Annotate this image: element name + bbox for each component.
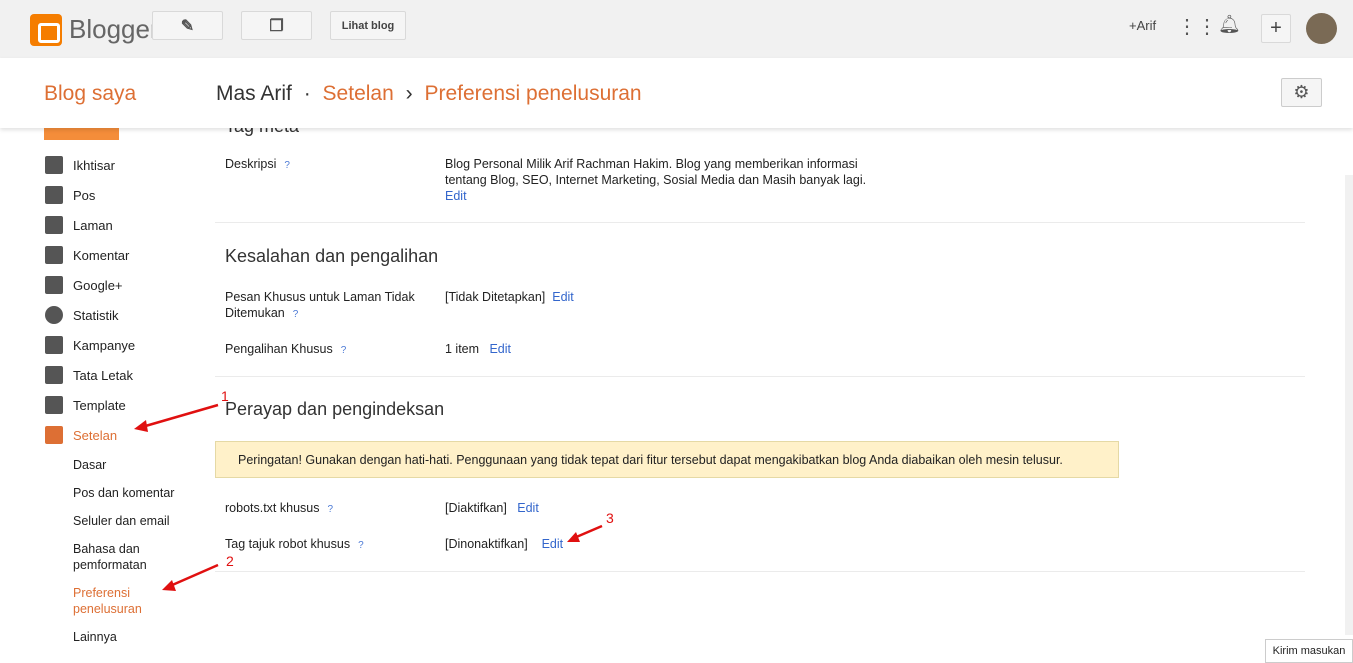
breadcrumb: Mas Arif · Setelan › Preferensi penelusu… [216,82,642,106]
separator: · [303,82,311,105]
arrow-3 [573,524,603,540]
blog-name: Mas Arif [216,82,292,105]
page-header [0,58,1353,128]
breadcrumb-settings[interactable]: Setelan [323,82,394,105]
gear-icon[interactable]: ⚙ [1281,78,1322,107]
breadcrumb-current: Preferensi penelusuran [424,82,642,105]
arrow-2 [169,563,219,588]
send-feedback-button[interactable]: Kirim masukan [1265,639,1353,663]
arrow-1 [141,403,219,429]
annotation-3: 3 [606,510,614,526]
annotation-1: 1 [221,388,229,404]
scrollbar[interactable] [1345,175,1353,635]
my-blogs-link[interactable]: Blog saya [44,82,136,106]
annotation-2: 2 [226,553,234,569]
chevron-right-icon: › [405,82,413,105]
